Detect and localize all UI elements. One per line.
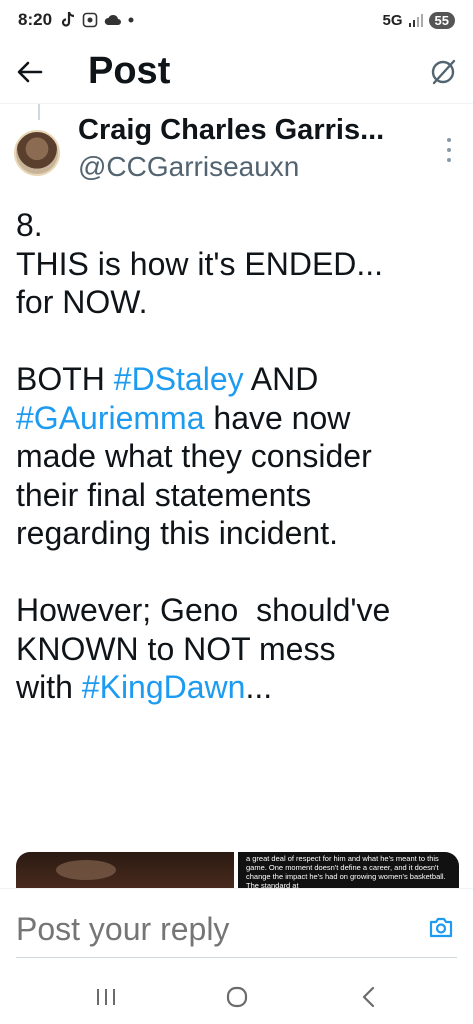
post-text-segment: AND — [243, 361, 319, 397]
back-button[interactable] — [0, 40, 60, 104]
post-line: their final statements — [16, 476, 312, 513]
post-line: regarding this incident. — [16, 515, 338, 551]
post-text-segment: BOTH — [16, 361, 114, 397]
slash-circle-icon — [431, 59, 456, 84]
media-image-left[interactable] — [16, 852, 234, 890]
post-line: with #KingDawn... — [16, 668, 461, 707]
system-nav-bar — [0, 970, 473, 1024]
reply-underline — [16, 957, 457, 958]
dot-icon — [128, 17, 134, 23]
camera-button[interactable] — [427, 913, 455, 941]
battery-badge: 55 — [428, 11, 455, 29]
post-line: 8. — [16, 207, 43, 243]
hashtag-kingdawn[interactable]: #KingDawn — [82, 669, 246, 705]
home-button[interactable] — [217, 977, 257, 1017]
top-bar: Post — [0, 40, 473, 104]
media-preview[interactable]: a great deal of respect for him and what… — [16, 852, 459, 890]
screen-record-icon — [82, 12, 98, 28]
post-line: made what they consider — [16, 438, 372, 474]
author-handle[interactable]: @CCGarriseauxn — [78, 151, 384, 183]
signal-icon — [408, 14, 423, 27]
author-name[interactable]: Craig Charles Garris... — [78, 114, 384, 147]
status-bar: 8:20 5G 55 — [0, 0, 473, 40]
hashtag-gauriemma[interactable]: #GAuriemma — [16, 400, 205, 436]
back-nav-button[interactable] — [348, 977, 388, 1017]
post-line: #GAuriemma have now — [16, 399, 461, 438]
post-text-segment: have now — [204, 399, 351, 436]
author-info[interactable]: Craig Charles Garris... @CCGarriseauxn — [78, 114, 384, 183]
media-image-right[interactable]: a great deal of respect for him and what… — [238, 852, 459, 890]
tiktok-icon — [61, 11, 75, 27]
post-line: for NOW. — [16, 284, 148, 320]
avatar[interactable] — [14, 130, 60, 176]
reply-bar — [0, 888, 473, 970]
post-text: 8. THIS is how it's ENDED... for NOW. BO… — [16, 206, 461, 707]
notification-icons — [60, 11, 134, 29]
status-right: 5G 55 — [382, 11, 455, 29]
home-icon — [226, 986, 247, 1008]
post-text-segment: ... — [245, 669, 273, 705]
recents-button[interactable] — [86, 977, 126, 1017]
media-caption: a great deal of respect for him and what… — [246, 854, 446, 890]
reply-input[interactable] — [16, 911, 396, 948]
post-line: KNOWN to NOT mess — [16, 630, 336, 667]
more-options-icon[interactable] — [445, 138, 453, 162]
post-line: BOTH #DStaley AND — [16, 360, 461, 399]
network-label: 5G — [382, 11, 403, 29]
arrow-left-icon — [17, 61, 43, 82]
camera-icon — [429, 917, 453, 938]
status-left: 8:20 — [18, 10, 134, 30]
post-text-segment: with — [16, 669, 82, 705]
cloud-icon — [104, 14, 122, 25]
grok-button[interactable] — [413, 40, 473, 104]
post-line: THIS is how it's ENDED... — [16, 245, 384, 282]
recents-icon — [96, 989, 115, 1005]
post-line: However; Geno should've — [16, 592, 391, 628]
chevron-left-icon — [362, 986, 374, 1008]
page-title: Post — [88, 50, 171, 92]
hashtag-dstaley[interactable]: #DStaley — [114, 361, 244, 397]
status-time: 8:20 — [18, 10, 53, 29]
author-row: Craig Charles Garris... @CCGarriseauxn — [0, 114, 473, 194]
